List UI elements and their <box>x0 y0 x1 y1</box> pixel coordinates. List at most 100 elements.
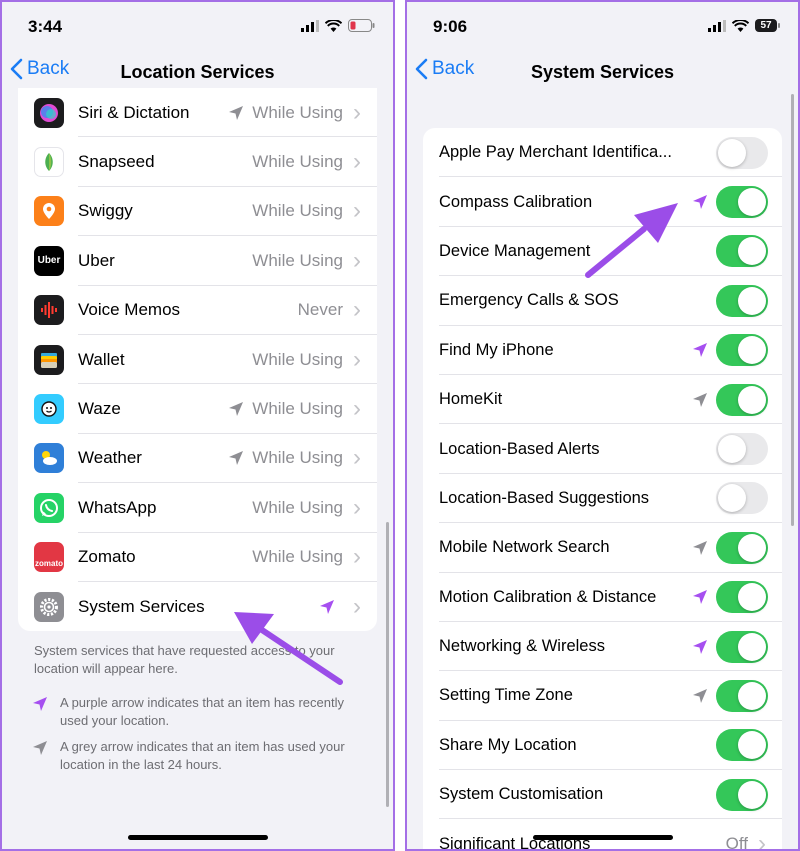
status-icons <box>301 19 375 32</box>
scroll-indicator[interactable] <box>791 94 794 526</box>
page-title: System Services <box>530 62 675 82</box>
service-toggle[interactable] <box>716 531 768 564</box>
swiggy-icon <box>34 196 64 227</box>
service-toggle[interactable] <box>716 778 768 811</box>
service-name: Networking & Wireless <box>439 637 605 656</box>
chevron-right-icon: › <box>353 246 361 274</box>
service-toggle[interactable] <box>716 186 768 219</box>
service-name: HomeKit <box>439 390 503 409</box>
status-bar: 9:06 57 <box>407 2 798 52</box>
footer-note: System services that have requested acce… <box>34 643 335 676</box>
service-name: Location-Based Alerts <box>439 439 600 458</box>
chevron-right-icon: › <box>353 148 361 176</box>
app-row[interactable]: Swiggy While Using › <box>18 187 377 237</box>
service-toggle[interactable] <box>716 679 768 712</box>
location-permission-value: While Using <box>252 547 343 567</box>
system-service-row: Setting Time Zone <box>423 671 782 721</box>
app-row[interactable]: System Services › <box>18 582 377 631</box>
service-name: Compass Calibration <box>439 192 593 211</box>
toggle-knob <box>738 583 766 612</box>
service-toggle[interactable] <box>716 729 768 762</box>
service-toggle[interactable] <box>716 235 768 268</box>
location-permission-value: While Using <box>252 497 343 517</box>
system-service-row: Device Management <box>423 227 782 277</box>
system-service-row: Location-Based Alerts <box>423 424 782 474</box>
service-toggle[interactable] <box>716 433 768 466</box>
system-service-row: Find My iPhone <box>423 326 782 375</box>
snapseed-icon <box>34 147 64 178</box>
system-service-row: Compass Calibration <box>423 177 782 227</box>
app-name: Snapseed <box>78 152 155 172</box>
service-toggle[interactable] <box>716 383 768 416</box>
chevron-right-icon: › <box>353 345 361 373</box>
app-row[interactable]: WhatsApp While Using › <box>18 483 377 533</box>
app-name: Uber <box>78 250 115 270</box>
service-toggle[interactable] <box>716 581 768 614</box>
location-permission-value: While Using <box>252 250 343 270</box>
app-row[interactable]: Siri & Dictation While Using › <box>18 88 377 138</box>
status-time: 3:44 <box>28 17 63 36</box>
home-indicator <box>532 835 673 840</box>
status-time: 9:06 <box>433 17 468 36</box>
toggle-knob <box>738 188 766 217</box>
location-permission-value: While Using <box>252 152 343 172</box>
location-services-screen: 3:44 Back Location Services Siri & Dicta… <box>0 0 395 851</box>
waze-icon <box>34 394 64 425</box>
chevron-right-icon: › <box>353 197 361 225</box>
service-name: Location-Based Suggestions <box>439 488 650 507</box>
zomato-icon: zomato <box>34 542 64 573</box>
toggle-knob <box>738 632 766 661</box>
service-toggle[interactable] <box>716 284 768 317</box>
battery-icon <box>348 19 375 32</box>
chevron-right-icon: › <box>353 543 361 571</box>
app-row[interactable]: Uber Uber While Using › <box>18 236 377 286</box>
app-name: System Services <box>78 596 205 616</box>
toggle-knob <box>738 533 766 562</box>
uber-icon: Uber <box>34 245 64 276</box>
cellular-signal-icon <box>708 19 726 32</box>
battery-icon: 57 <box>755 19 780 32</box>
system-service-row: Networking & Wireless <box>423 622 782 672</box>
legend-grey: A grey arrow indicates that an item has … <box>32 738 369 774</box>
service-toggle[interactable] <box>716 334 768 367</box>
system-service-row: Apple Pay Merchant Identifica... <box>423 128 782 178</box>
service-name: Setting Time Zone <box>439 686 573 705</box>
service-toggle[interactable] <box>716 136 768 169</box>
service-toggle[interactable] <box>716 482 768 515</box>
service-name: Apple Pay Merchant Identifica... <box>439 143 672 162</box>
chevron-right-icon: › <box>353 395 361 423</box>
app-row[interactable]: Voice Memos Never › <box>18 286 377 335</box>
grey-location-arrow-icon <box>228 105 244 121</box>
app-row[interactable]: Weather While Using › <box>18 434 377 484</box>
scroll-indicator[interactable] <box>386 522 389 807</box>
app-row[interactable]: zomato Zomato While Using › <box>18 533 377 582</box>
toggle-knob <box>738 385 766 414</box>
app-name: Wallet <box>78 349 125 369</box>
system-services-list: Apple Pay Merchant Identifica... Compass … <box>423 128 782 851</box>
app-row[interactable]: Wallet While Using › <box>18 335 377 385</box>
app-name: Siri & Dictation <box>78 102 190 122</box>
system-service-row: System Customisation <box>423 770 782 820</box>
service-name: Device Management <box>439 241 591 260</box>
gear-icon <box>34 591 64 622</box>
service-toggle[interactable] <box>716 630 768 663</box>
app-name: Zomato <box>78 547 136 567</box>
voice-memos-icon <box>34 295 64 326</box>
significant-locations-value: Off <box>725 834 748 851</box>
app-name: Weather <box>78 448 142 468</box>
chevron-right-icon: › <box>353 98 361 126</box>
whatsapp-icon <box>34 492 64 523</box>
toggle-knob <box>738 731 766 760</box>
battery-level: 57 <box>755 19 777 32</box>
toggle-knob <box>738 681 766 710</box>
system-service-row: HomeKit <box>423 375 782 425</box>
service-name: System Customisation <box>439 785 604 804</box>
grey-location-arrow-icon <box>228 450 244 466</box>
toggle-knob <box>738 237 766 266</box>
app-row[interactable]: Snapseed While Using › <box>18 137 377 187</box>
apps-list: Siri & Dictation While Using › Snapseed Whil… <box>18 88 377 631</box>
grey-location-arrow-icon <box>32 740 48 756</box>
wifi-icon <box>325 19 342 32</box>
app-row[interactable]: Waze While Using › <box>18 384 377 434</box>
page-title: Location Services <box>120 62 275 82</box>
